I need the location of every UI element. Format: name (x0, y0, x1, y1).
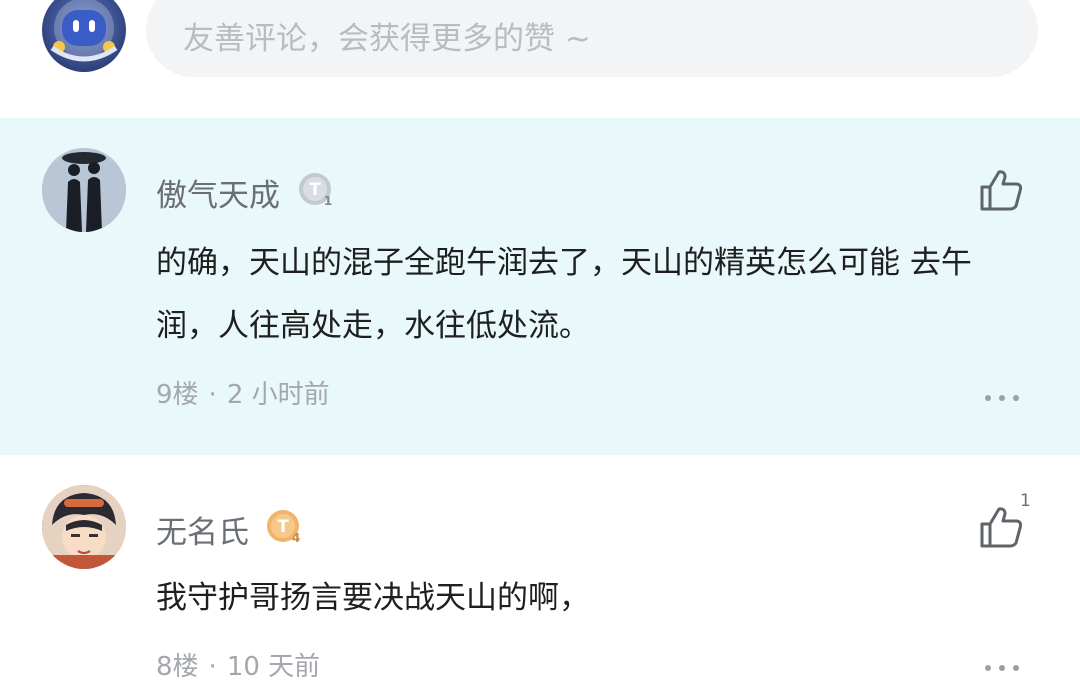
svg-text:1: 1 (324, 194, 332, 208)
comment-meta: 9楼 · 2 小时前 (156, 374, 330, 411)
more-dots-icon[interactable] (985, 663, 1019, 673)
comment-content: 的确，天山的混子全跑午润去了，天山的精英怎么可能 去午润，人往高处走，水往低处流… (156, 245, 972, 344)
like-count: 1 (1020, 491, 1031, 511)
couple-silhouette-avatar-icon (42, 148, 126, 232)
comment-input-bar (0, 0, 1080, 118)
comment-item: 无名氏 T 4 1 我守护哥扬言要决战天山的啊， 8楼 · 10 天前 (0, 455, 1080, 680)
comment-content: 我守护哥扬言要决战天山的啊， (156, 580, 590, 616)
anime-character-avatar-icon (42, 485, 126, 569)
thumbs-up-icon[interactable] (978, 505, 1024, 549)
level-badge-icon: T 1 (299, 173, 332, 208)
meta-separator: · (208, 652, 217, 680)
comment-floor: 8楼 (156, 652, 199, 680)
comment-time: 10 天前 (226, 652, 321, 680)
comment-time: 2 小时前 (226, 380, 330, 410)
current-user-avatar[interactable] (42, 0, 126, 72)
comment-floor: 9楼 (156, 380, 199, 410)
user-avatar[interactable] (42, 485, 126, 569)
svg-text:T: T (277, 517, 289, 537)
robot-avatar-icon (50, 0, 118, 62)
meta-separator: · (208, 380, 217, 410)
more-dots-icon[interactable] (985, 393, 1019, 403)
level-badge-icon: T 4 (267, 510, 300, 545)
comment-item: 傲气天成 T 1 的确，天山的混子全跑午润去了，天山的精英怎么可能 去午润，人往… (0, 118, 1080, 455)
comment-page: 傲气天成 T 1 的确，天山的混子全跑午润去了，天山的精英怎么可能 去午润，人往… (0, 0, 1080, 680)
comment-username[interactable]: 傲气天成 (156, 170, 280, 215)
svg-text:T: T (309, 180, 321, 200)
comment-input[interactable] (146, 0, 1038, 77)
svg-text:4: 4 (292, 531, 300, 545)
comment-username[interactable]: 无名氏 (156, 507, 249, 552)
user-avatar[interactable] (42, 148, 126, 232)
comment-meta: 8楼 · 10 天前 (156, 646, 320, 680)
thumbs-up-icon[interactable] (978, 168, 1024, 212)
